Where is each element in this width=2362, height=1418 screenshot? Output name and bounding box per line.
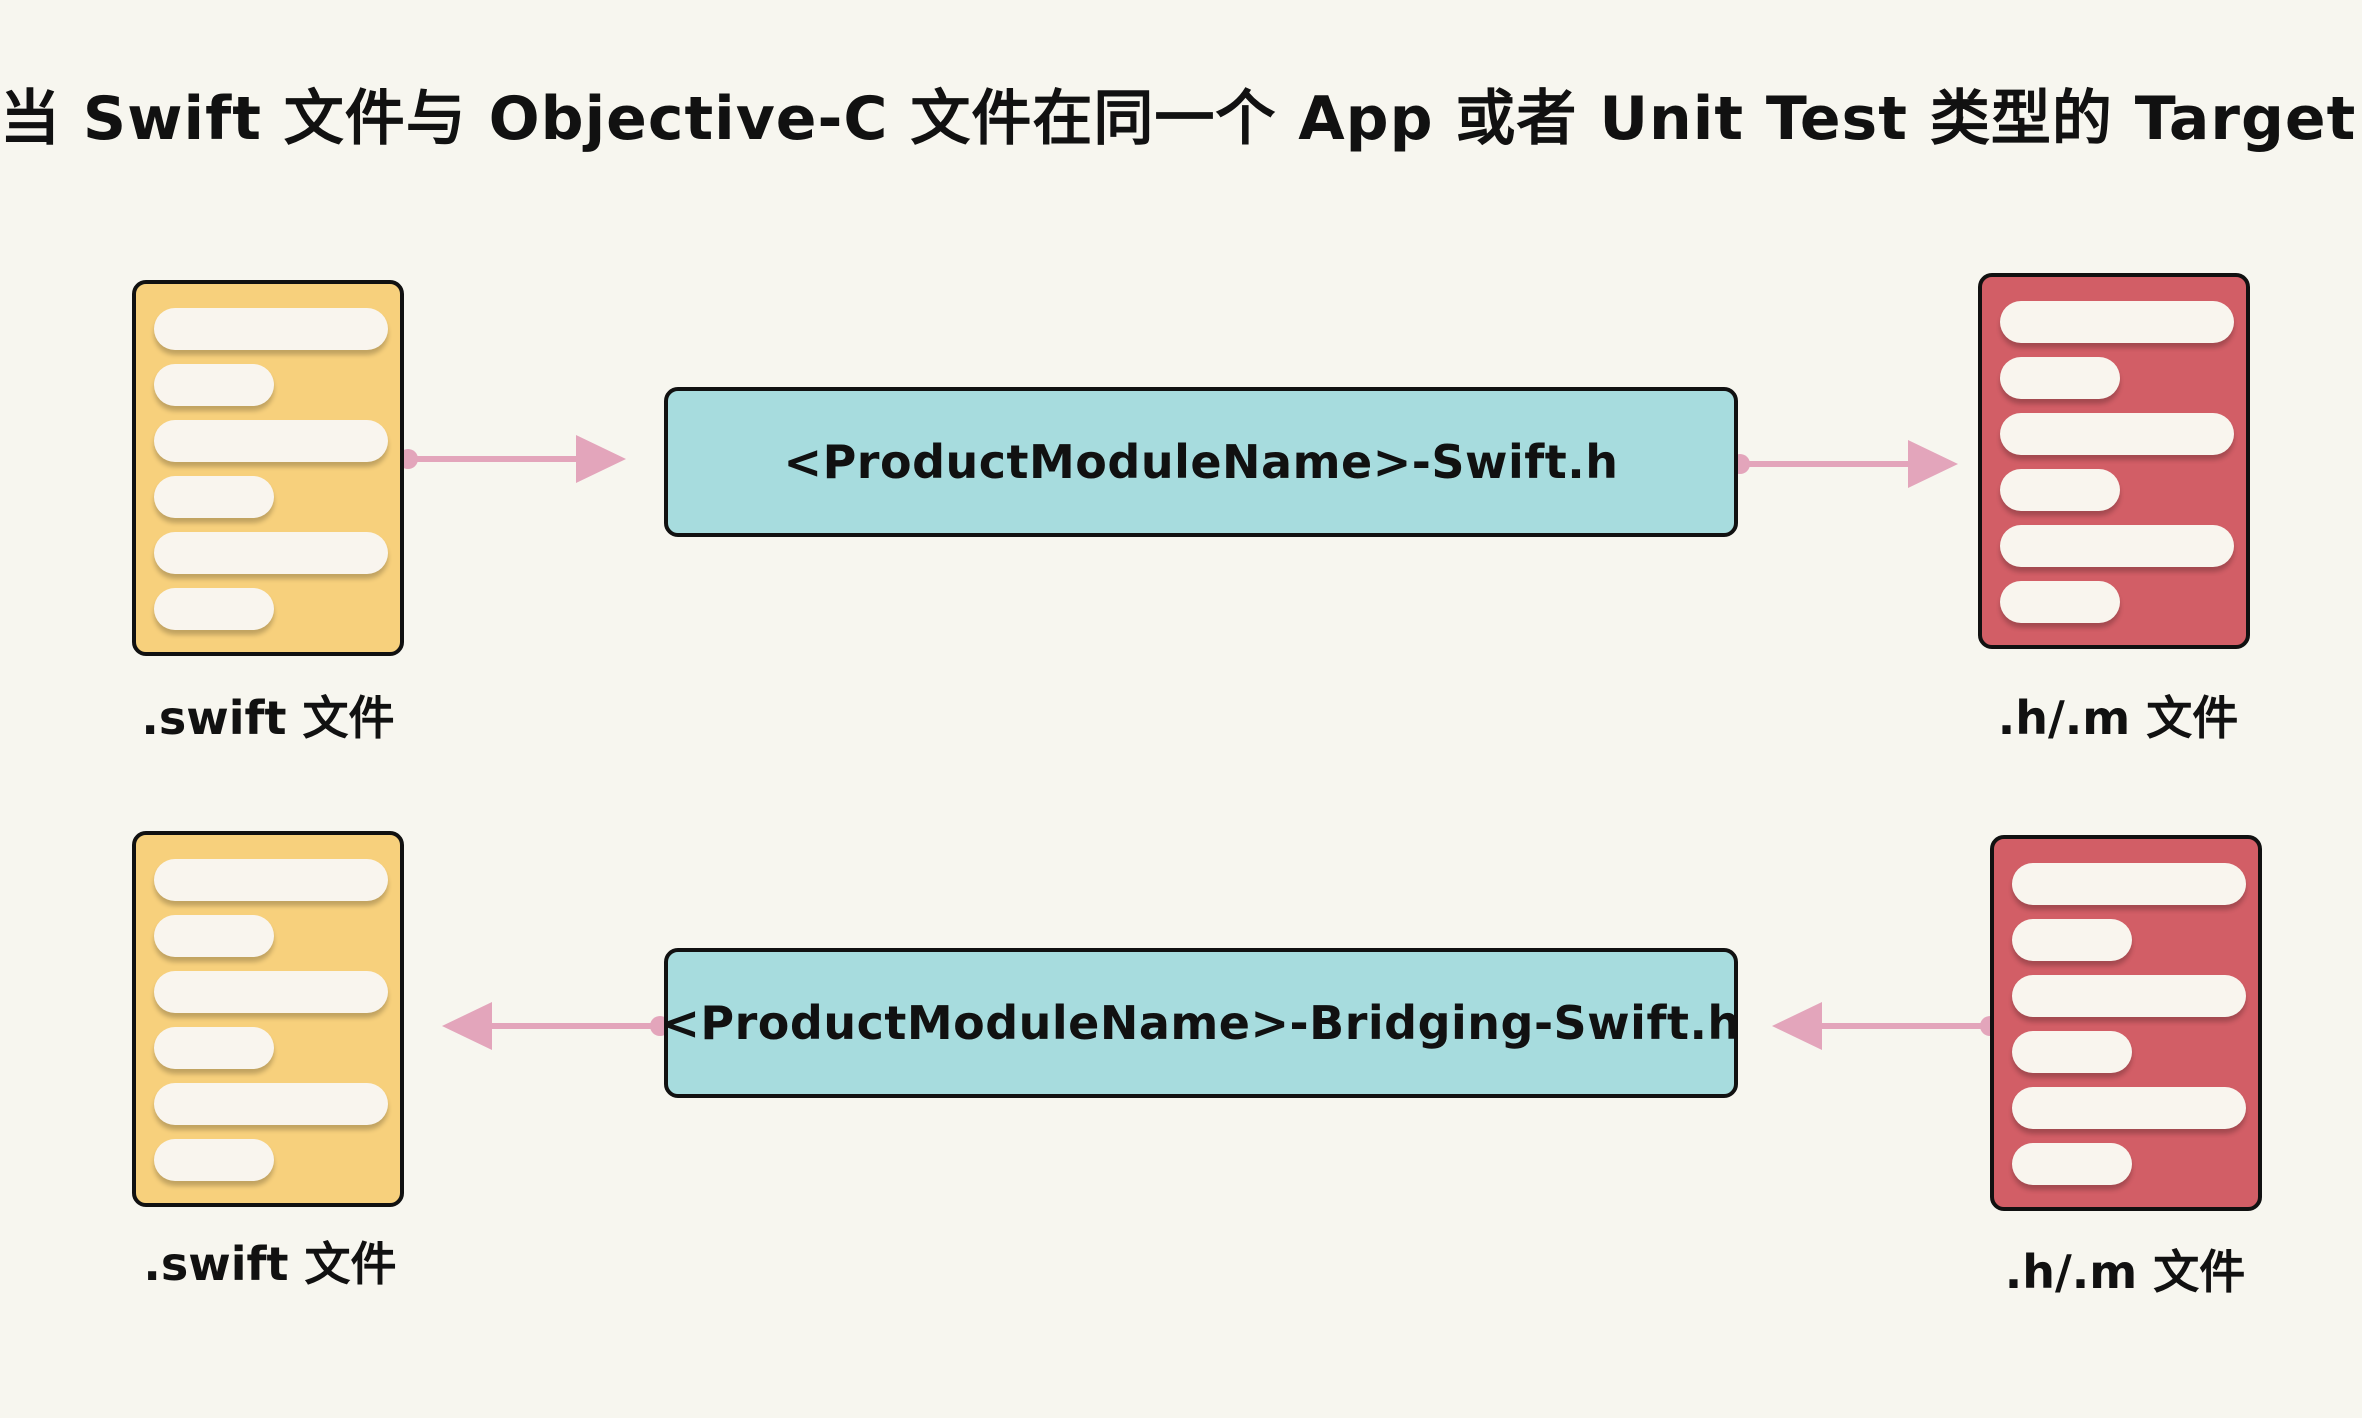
objc-file-label: .h/.m 文件 (2004, 1245, 2246, 1299)
arrow-bridging-header-to-swift (442, 1002, 670, 1050)
swift-file-icon (132, 831, 404, 1207)
arrow-swift-to-swift-header (398, 435, 626, 483)
swift-file-label: .swift 文件 (141, 691, 395, 745)
objc-file-label: .h/.m 文件 (1997, 691, 2239, 745)
swift-file-icon (132, 280, 404, 656)
swift-file-label: .swift 文件 (143, 1237, 397, 1291)
bridging-header-box: <ProductModuleName>-Bridging-Swift.h (661, 948, 1740, 1098)
arrow-objc-to-bridging-header (1772, 1002, 2000, 1050)
arrow-swift-header-to-objc (1730, 440, 1958, 488)
swift-header-box: <ProductModuleName>-Swift.h (664, 387, 1738, 537)
objc-file-icon (1990, 835, 2262, 1211)
objc-file-icon (1978, 273, 2250, 649)
